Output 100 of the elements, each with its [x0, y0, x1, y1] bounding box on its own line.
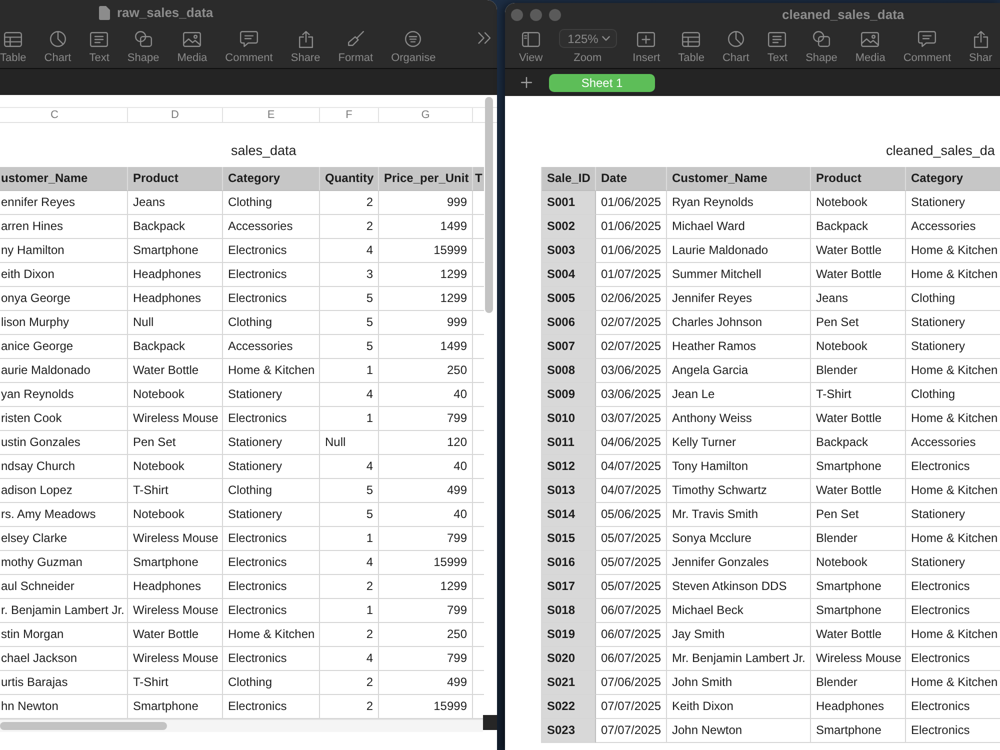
table-cell: 03/06/2025 — [596, 383, 667, 407]
table-cell: Headphones — [128, 287, 223, 311]
column-letter[interactable]: G — [379, 108, 473, 122]
table-cell: 07/06/2025 — [596, 671, 667, 695]
chart-button[interactable]: Chart — [713, 26, 758, 67]
zoom-dropdown[interactable]: 125% — [558, 29, 617, 48]
view-button[interactable]: View — [510, 26, 552, 67]
column-header: ustomer_Name — [0, 167, 128, 191]
row-header-cell: S008 — [542, 359, 596, 383]
table-cell: 4 — [320, 239, 379, 263]
table-cell: Electronics — [223, 239, 320, 263]
speech-bubble-icon — [240, 31, 258, 47]
column-letter[interactable]: D — [128, 108, 223, 122]
scrollbar-thumb[interactable] — [0, 722, 167, 730]
shape-button[interactable]: Shape — [796, 26, 846, 67]
maximize-button[interactable] — [549, 8, 561, 20]
row-header-cell: S010 — [542, 407, 596, 431]
table-icon — [4, 32, 22, 46]
table-cell: 05/07/2025 — [596, 575, 667, 599]
table-button[interactable]: Table — [0, 26, 36, 67]
comment-button[interactable]: Comment — [216, 26, 282, 67]
table-cell: 05/06/2025 — [596, 503, 667, 527]
table-cell: Blender — [811, 671, 906, 695]
table-cell: 4 — [320, 383, 379, 407]
media-button[interactable]: Media — [168, 26, 216, 67]
table-cell: 1499 — [379, 335, 473, 359]
table-cell: Stationery — [906, 335, 1000, 359]
table-cell: Clothing — [223, 191, 320, 215]
table-cell: r. Benjamin Lambert Jr. — [0, 599, 128, 623]
add-sheet-button[interactable] — [521, 77, 532, 88]
more-button[interactable] — [478, 32, 491, 44]
row-header-cell: S013 — [542, 479, 596, 503]
table-cell: Backpack — [128, 215, 223, 239]
table-cell: Wireless Mouse — [128, 527, 223, 551]
table-cell: Backpack — [811, 431, 906, 455]
plus-box-icon — [637, 32, 656, 46]
table-cell: Null — [320, 431, 379, 455]
table-cell: Stationery — [223, 431, 320, 455]
table-cell: 04/06/2025 — [596, 431, 667, 455]
media-button[interactable]: Media — [846, 26, 894, 67]
table-cell: 01/06/2025 — [596, 239, 667, 263]
column-letter[interactable]: F — [320, 108, 379, 122]
scrollbar-corner — [483, 715, 497, 730]
column-header: Date — [596, 167, 667, 191]
table-cell: Michael Beck — [667, 599, 811, 623]
table-cell: Jeans — [811, 287, 906, 311]
shapes-icon — [812, 31, 830, 47]
sheet-tab[interactable]: Sheet 1 — [549, 74, 655, 92]
minimize-button[interactable] — [530, 8, 542, 20]
table-cell: Heather Ramos — [667, 335, 811, 359]
table-cell: Notebook — [128, 503, 223, 527]
table-cell: Stationery — [906, 191, 1000, 215]
table-cell: Electronics — [223, 287, 320, 311]
table-cell: Clothing — [223, 311, 320, 335]
table-cell: Water Bottle — [811, 239, 906, 263]
table-cell: Electronics — [223, 647, 320, 671]
table-cell: Home & Kitchen — [906, 527, 1000, 551]
column-letter[interactable]: E — [223, 108, 320, 122]
comment-button[interactable]: Comment — [894, 26, 960, 67]
table-cell: 02/07/2025 — [596, 311, 667, 335]
share-button[interactable]: Shar — [960, 26, 992, 67]
chart-button[interactable]: Chart — [35, 26, 80, 67]
column-header: Category — [906, 167, 1000, 191]
organise-button[interactable]: Organise — [382, 26, 445, 67]
table-cell: Timothy Schwartz — [667, 479, 811, 503]
table-cell: Electronics — [906, 719, 1000, 743]
table-cell: 05/07/2025 — [596, 527, 667, 551]
row-header-cell: S016 — [542, 551, 596, 575]
table-cell: 5 — [320, 311, 379, 335]
table-cell: arren Hines — [0, 215, 128, 239]
column-letter[interactable]: C — [0, 108, 128, 122]
table-button[interactable]: Table — [669, 26, 714, 67]
scrollbar-thumb[interactable] — [485, 97, 493, 313]
text-button[interactable]: Text — [758, 26, 797, 67]
table-cell: Water Bottle — [811, 623, 906, 647]
table-cell: Wireless Mouse — [128, 647, 223, 671]
text-box-icon — [90, 32, 108, 46]
text-button[interactable]: Text — [80, 26, 118, 67]
table-cell: 1 — [320, 359, 379, 383]
format-button[interactable]: Format — [329, 26, 382, 67]
table-cell: Backpack — [811, 215, 906, 239]
table-cell: John Newton — [667, 719, 811, 743]
speech-bubble-icon — [918, 31, 936, 47]
table-cell: Angela Garcia — [667, 359, 811, 383]
insert-button[interactable]: Insert — [624, 26, 670, 67]
table-cell: 1 — [320, 527, 379, 551]
table-cell: 2 — [320, 671, 379, 695]
table-cell: 250 — [379, 623, 473, 647]
shape-button[interactable]: Shape — [118, 26, 168, 67]
table-cell: Charles Johnson — [667, 311, 811, 335]
table-cell: Mr. Benjamin Lambert Jr. — [667, 647, 811, 671]
share-button[interactable]: Share — [282, 26, 330, 67]
table-cell: 999 — [379, 191, 473, 215]
row-header-cell: S023 — [542, 719, 596, 743]
close-button[interactable] — [511, 8, 523, 20]
table-cell: Notebook — [128, 383, 223, 407]
table-cell: Clothing — [906, 287, 1000, 311]
row-header-cell: S022 — [542, 695, 596, 719]
table-cell: eith Dixon — [0, 263, 128, 287]
table-cell: 06/07/2025 — [596, 599, 667, 623]
